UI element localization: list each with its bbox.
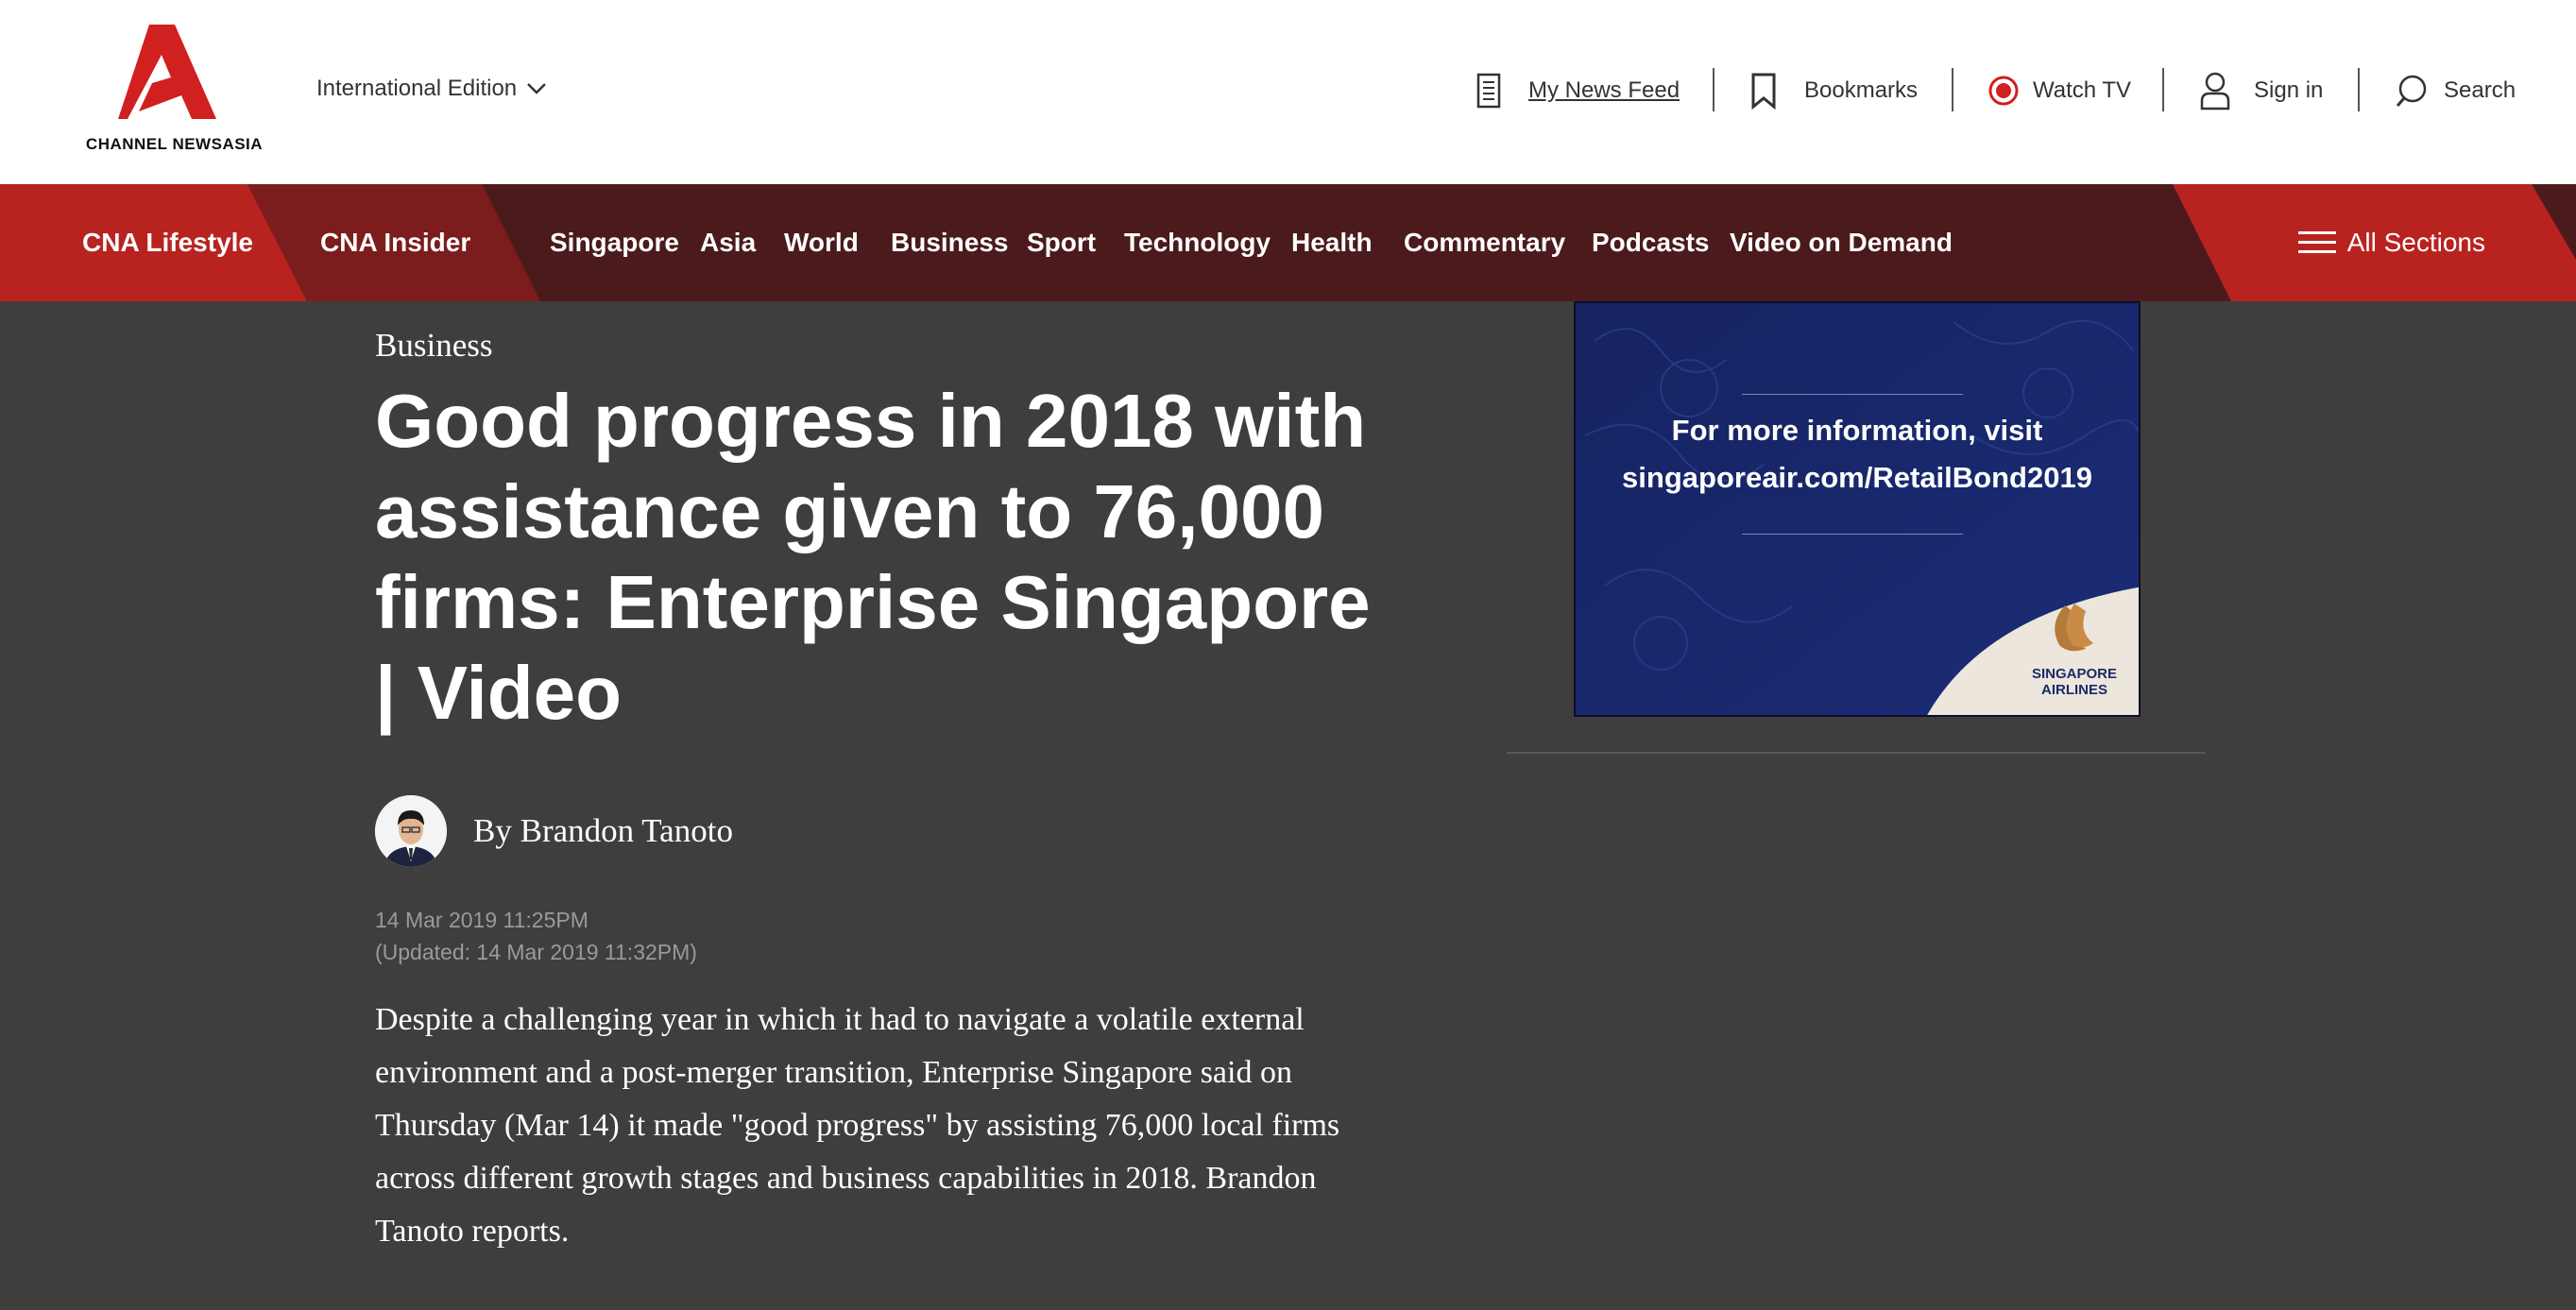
- utility-divider: [1952, 68, 1953, 111]
- nav-item-commentary[interactable]: Commentary: [1404, 184, 1565, 301]
- news-feed-icon: [1476, 73, 1501, 109]
- cna-logo[interactable]: CHANNEL NEWSASIA: [82, 25, 266, 157]
- live-record-icon: [1988, 76, 2019, 106]
- edition-label: International Edition: [316, 76, 518, 101]
- hamburger-menu-icon: [2297, 231, 2336, 253]
- author-name[interactable]: By Brandon Tanoto: [473, 812, 733, 850]
- logo-wordmark: CHANNEL NEWSASIA: [85, 135, 264, 153]
- edition-selector[interactable]: International Edition: [316, 76, 547, 102]
- main-nav: CNA Lifestyle CNA Insider Singapore Asia…: [0, 184, 2576, 301]
- singapore-airlines-wordmark: SINGAPORE AIRLINES: [2018, 666, 2131, 698]
- updated-timestamp: (Updated: 14 Mar 2019 11:32PM): [375, 940, 697, 964]
- ad-background-pattern: [1576, 303, 2139, 715]
- bookmarks-label: Bookmarks: [1804, 77, 1919, 103]
- nav-item-world[interactable]: World: [784, 184, 859, 301]
- all-sections-label: All Sections: [2346, 228, 2485, 257]
- sia-wordmark-line-2: AIRLINES: [2040, 682, 2107, 698]
- nav-featured-cna-insider[interactable]: CNA Insider: [320, 184, 470, 301]
- search-icon: [2396, 75, 2427, 107]
- ad-divider-bottom: [1742, 534, 1963, 535]
- utility-divider: [1713, 68, 1714, 111]
- chevron-down-icon: [527, 83, 547, 94]
- ad-text-line-1: For more information, visit: [1671, 414, 2043, 447]
- my-news-feed-label: My News Feed: [1528, 77, 1680, 103]
- nav-item-health[interactable]: Health: [1291, 184, 1373, 301]
- watch-tv-label: Watch TV: [2033, 77, 2132, 103]
- my-news-feed-link[interactable]: My News Feed: [1476, 64, 1680, 117]
- article-byline: By Brandon Tanoto: [375, 795, 733, 867]
- article-headline: Good progress in 2018 with assistance gi…: [375, 379, 1371, 735]
- sia-wordmark-line-1: SINGAPORE: [2031, 666, 2117, 682]
- utility-divider: [2162, 68, 2164, 111]
- nav-item-asia[interactable]: Asia: [700, 184, 756, 301]
- ad-divider-top: [1742, 394, 1963, 395]
- published-timestamp: 14 Mar 2019 11:25PM: [375, 908, 589, 932]
- article-summary: Despite a challenging year in which it h…: [375, 1002, 1340, 1249]
- advertisement-banner[interactable]: For more information, visit singaporeair…: [1574, 301, 2141, 717]
- author-portrait-icon: [375, 795, 447, 867]
- top-header: CHANNEL NEWSASIA International Edition M…: [0, 0, 2576, 184]
- ad-text-line-2: singaporeair.com/RetailBond2019: [1622, 461, 2092, 494]
- nav-item-video-on-demand[interactable]: Video on Demand: [1730, 184, 1953, 301]
- nav-item-singapore[interactable]: Singapore: [550, 184, 679, 301]
- utility-divider: [2358, 68, 2360, 111]
- article-dates: 14 Mar 2019 11:25PM (Updated: 14 Mar 201…: [375, 904, 697, 968]
- nav-item-sport[interactable]: Sport: [1027, 184, 1096, 301]
- nav-item-business[interactable]: Business: [891, 184, 1009, 301]
- sign-in-link[interactable]: Sign in: [2199, 64, 2323, 117]
- article-section-link[interactable]: Business: [375, 327, 492, 365]
- author-avatar[interactable]: [375, 795, 447, 867]
- sidebar-divider: [1507, 752, 2206, 754]
- watch-tv-link[interactable]: Watch TV: [1987, 64, 2131, 117]
- bookmarks-link[interactable]: Bookmarks: [1749, 64, 1918, 117]
- all-sections-button[interactable]: All Sections: [2297, 184, 2485, 301]
- cna-logo-mark-icon: [118, 25, 216, 119]
- nav-item-technology[interactable]: Technology: [1124, 184, 1271, 301]
- nav-item-podcasts[interactable]: Podcasts: [1592, 184, 1710, 301]
- search-link[interactable]: Search: [2395, 64, 2516, 117]
- bookmark-icon: [1751, 73, 1776, 110]
- nav-featured-cna-lifestyle[interactable]: CNA Lifestyle: [82, 184, 253, 301]
- user-icon: [2200, 72, 2230, 111]
- search-label: Search: [2444, 77, 2516, 103]
- sign-in-label: Sign in: [2254, 77, 2324, 103]
